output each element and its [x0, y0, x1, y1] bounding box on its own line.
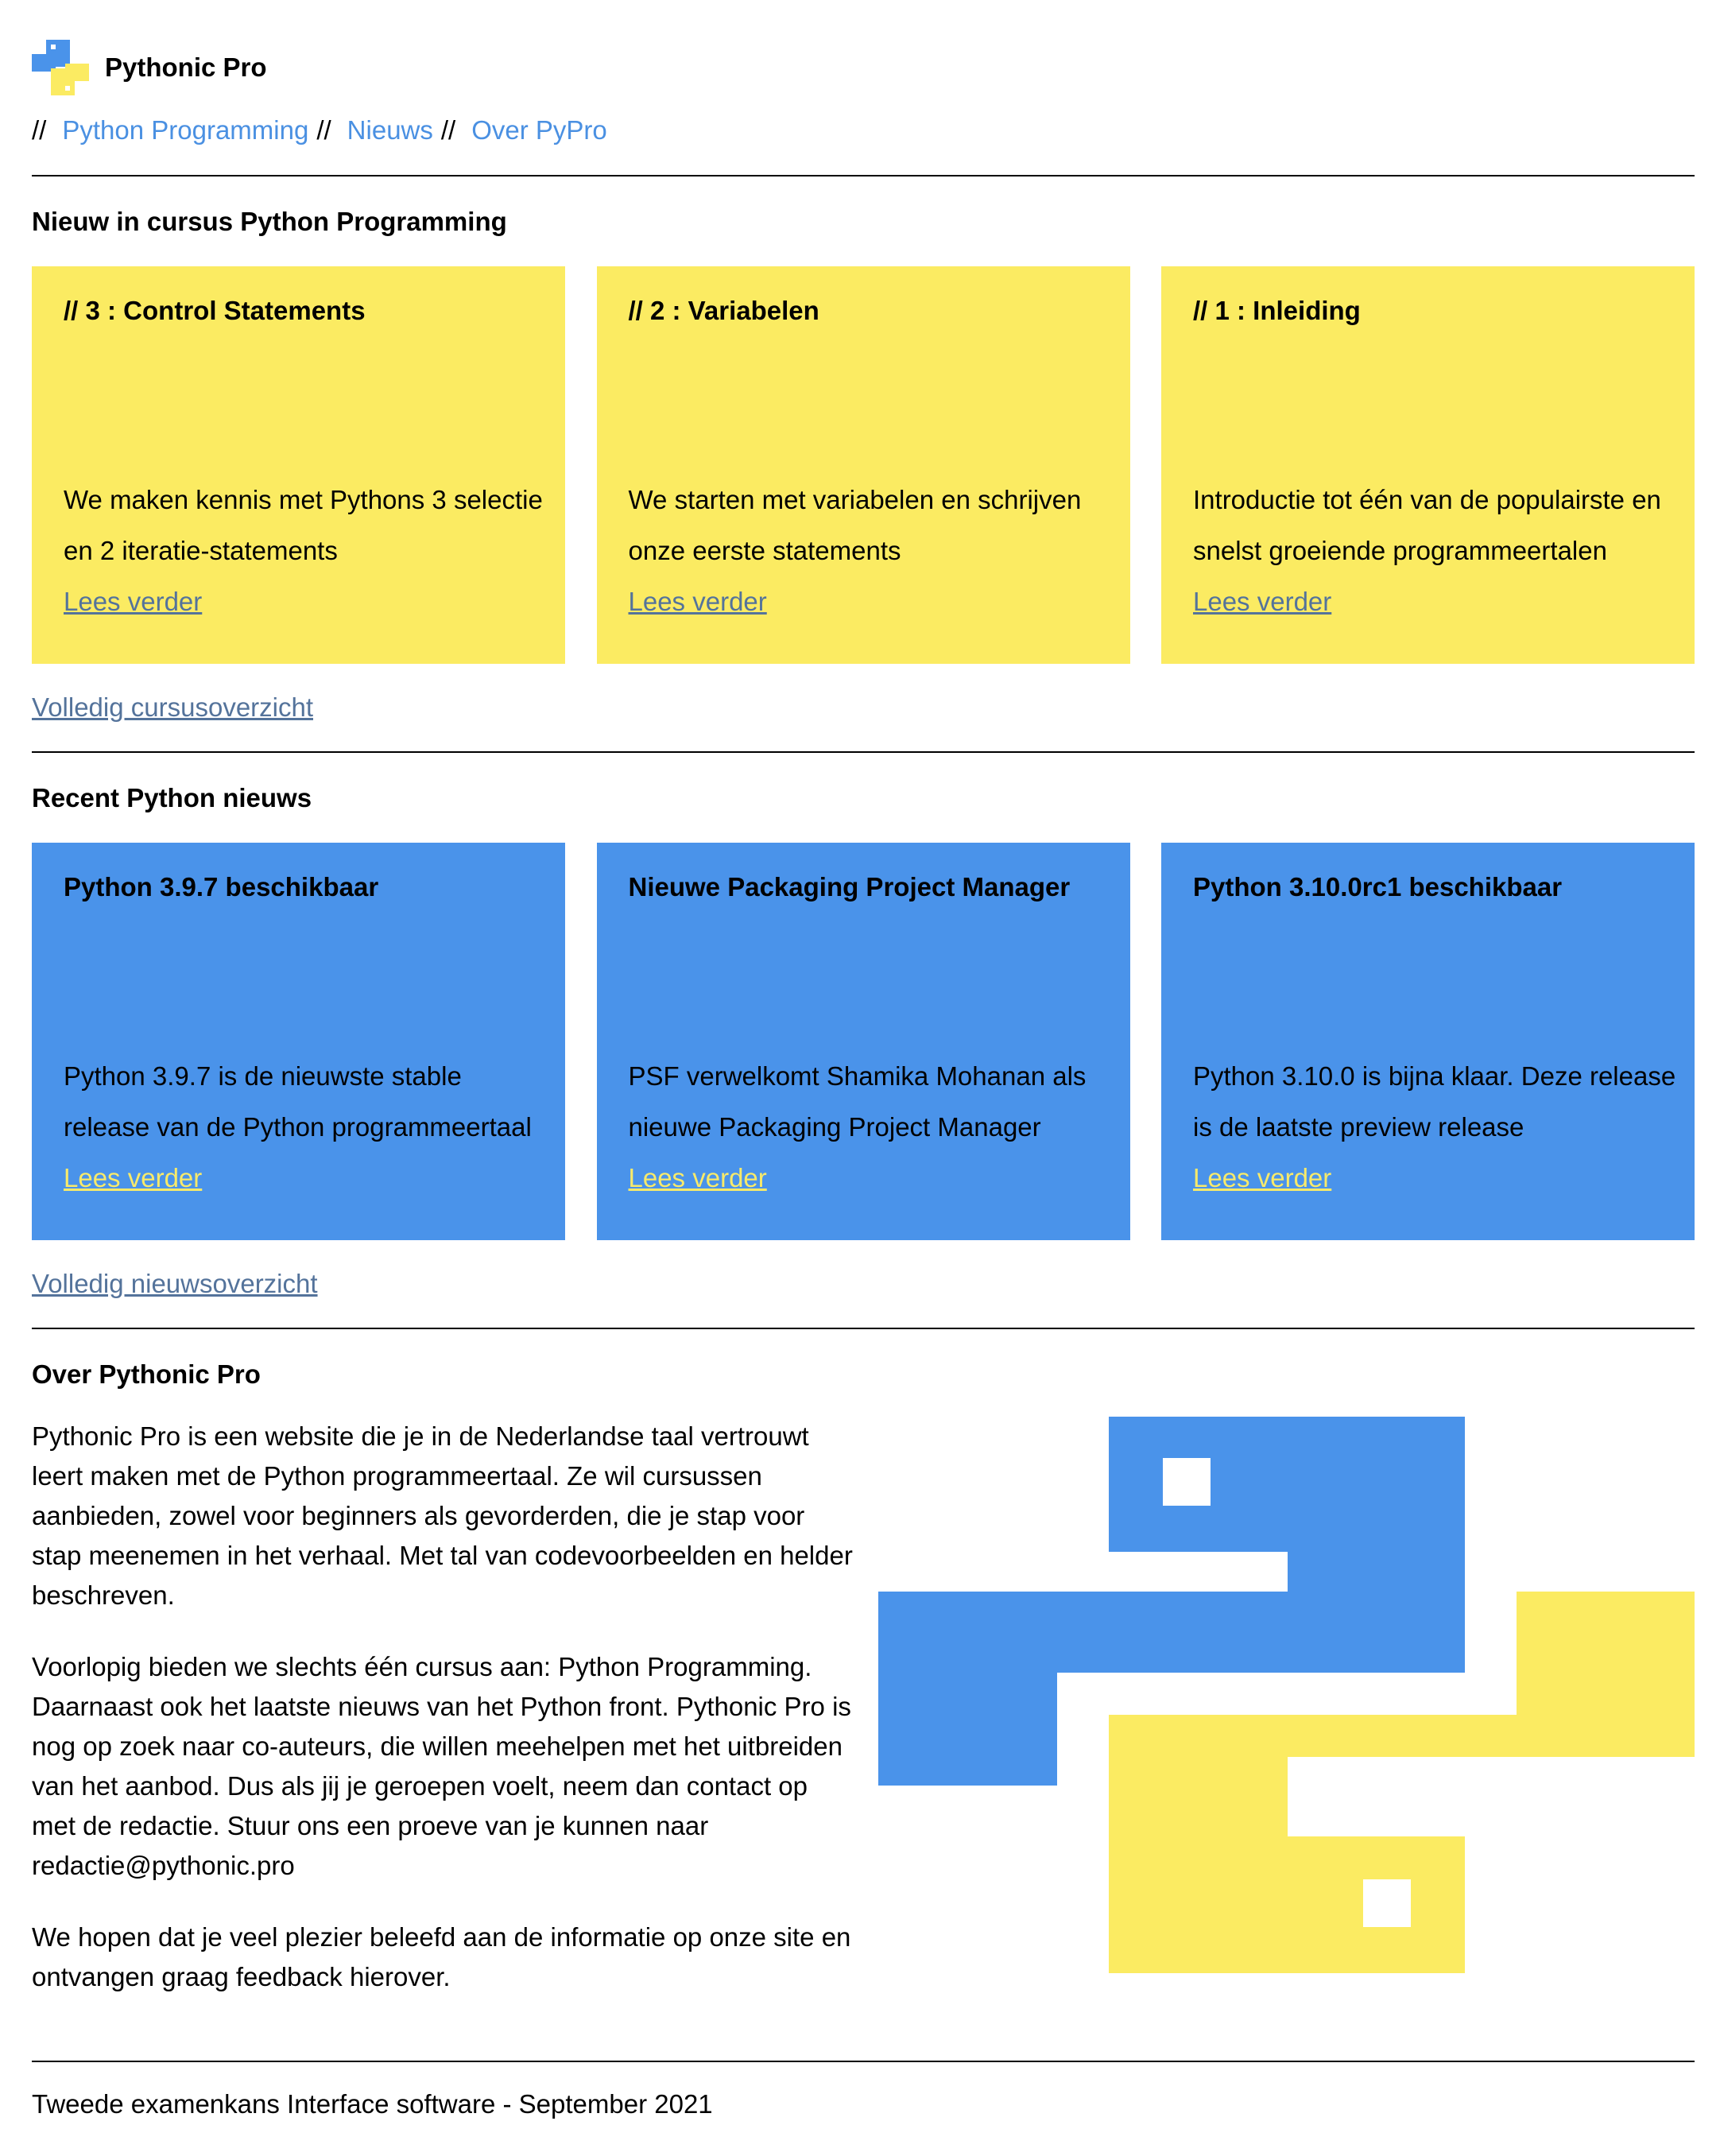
nav-link-nieuws[interactable]: Nieuws: [347, 115, 433, 145]
python-logo-icon[interactable]: [32, 40, 89, 95]
course-card: // 1 : Inleiding Introductie tot één van…: [1161, 266, 1695, 664]
course-card-title: // 1 : Inleiding: [1193, 296, 1361, 325]
divider: [32, 2061, 1695, 2062]
news-card-title: Python 3.10.0rc1 beschikbaar: [1193, 872, 1563, 902]
about-paragraph: Voorlopig bieden we slechts één cursus a…: [32, 1652, 851, 1880]
divider: [32, 751, 1695, 753]
about-section-title: Over Pythonic Pro: [32, 1359, 261, 1389]
read-more-link[interactable]: Lees verder: [629, 1153, 767, 1204]
nav-separator: //: [316, 115, 331, 145]
read-more-link[interactable]: Lees verder: [64, 1153, 202, 1204]
nav-separator: //: [32, 115, 47, 145]
news-card: Python 3.10.0rc1 beschikbaar Python 3.10…: [1161, 843, 1695, 1240]
site-header: Pythonic Pro: [32, 40, 267, 95]
course-card-text: We starten met variabelen en schrijven o…: [628, 485, 1082, 565]
divider: [32, 175, 1695, 176]
course-card-text: Introductie tot één van de populairste e…: [1193, 485, 1661, 565]
read-more-link[interactable]: Lees verder: [629, 576, 767, 627]
news-overview-link[interactable]: Volledig nieuwsoverzicht: [32, 1269, 318, 1299]
read-more-link[interactable]: Lees verder: [1193, 576, 1331, 627]
about-text: Pythonic Pro is een website die je in de…: [32, 1417, 858, 2029]
divider: [32, 1328, 1695, 1329]
news-card-text: PSF verwelkomt Shamika Mohanan als nieuw…: [628, 1061, 1087, 1142]
course-card-title: // 3 : Control Statements: [64, 296, 366, 325]
read-more-link[interactable]: Lees verder: [64, 576, 202, 627]
news-card-title: Nieuwe Packaging Project Manager: [628, 872, 1071, 902]
course-section-title: Nieuw in cursus Python Programming: [32, 207, 507, 236]
news-card: Python 3.9.7 beschikbaar Python 3.9.7 is…: [32, 843, 565, 1240]
python-logo-illustration: [878, 1417, 1695, 1973]
nav-link-over-pypro[interactable]: Over PyPro: [471, 115, 607, 145]
course-card: // 3 : Control Statements We maken kenni…: [32, 266, 565, 664]
nav-separator: //: [440, 115, 456, 145]
news-card-text: Python 3.9.7 is de nieuwste stable relea…: [64, 1061, 532, 1142]
news-card-title: Python 3.9.7 beschikbaar: [64, 872, 379, 902]
main-navigation: // Python Programming // Nieuws // Over …: [32, 115, 615, 145]
course-card: // 2 : Variabelen We starten met variabe…: [596, 266, 1130, 664]
course-card-text: We maken kennis met Pythons 3 selectie e…: [64, 485, 543, 565]
course-overview-link[interactable]: Volledig cursusoverzicht: [32, 692, 313, 723]
news-card: Nieuwe Packaging Project Manager PSF ver…: [596, 843, 1130, 1240]
about-paragraph: Pythonic Pro is een website die je in de…: [32, 1421, 853, 1610]
site-title[interactable]: Pythonic Pro: [105, 52, 267, 83]
news-section-title: Recent Python nieuws: [32, 783, 312, 812]
course-card-title: // 2 : Variabelen: [628, 296, 819, 325]
about-paragraph: We hopen dat je veel plezier beleefd aan…: [32, 1922, 851, 1991]
news-cards: Python 3.9.7 beschikbaar Python 3.9.7 is…: [32, 843, 1695, 1240]
nav-link-python-programming[interactable]: Python Programming: [62, 115, 308, 145]
news-card-text: Python 3.10.0 is bijna klaar. Deze relea…: [1193, 1061, 1676, 1142]
read-more-link[interactable]: Lees verder: [1193, 1153, 1331, 1204]
course-cards: // 3 : Control Statements We maken kenni…: [32, 266, 1695, 664]
footer-text: Tweede examenkans Interface software - S…: [32, 2089, 713, 2119]
